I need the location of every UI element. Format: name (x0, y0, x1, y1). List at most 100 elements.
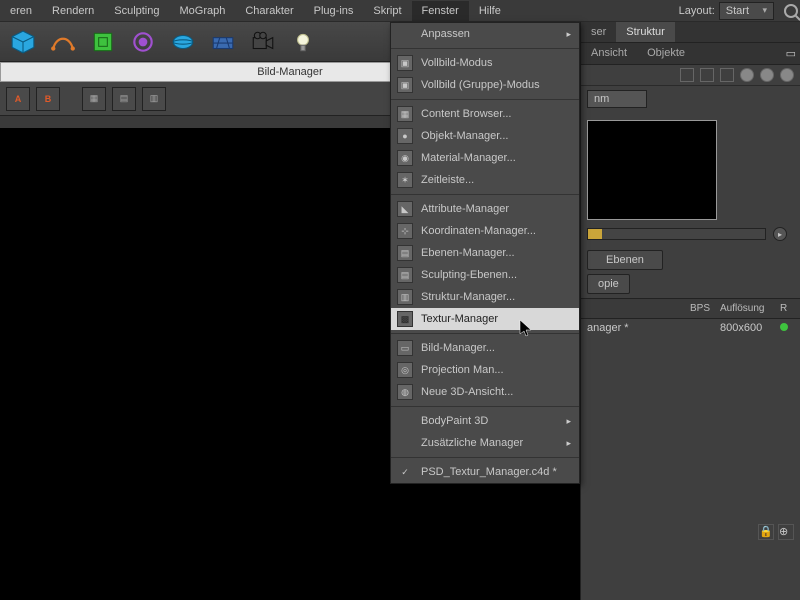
th-bps[interactable]: BPS (690, 303, 720, 314)
menu-struktur-manager-[interactable]: ▥Struktur-Manager... (391, 286, 579, 308)
right-tabs-1: ser Struktur (581, 22, 800, 43)
menu-item-icon: ▩ (397, 311, 413, 327)
menu-item-label: Objekt-Manager... (421, 130, 508, 142)
preview-slider[interactable]: ▸ (587, 228, 766, 240)
panel-tool-1[interactable]: ▦ (82, 87, 106, 111)
menu-psd-textur-manager-c4d-[interactable]: ✓PSD_Textur_Manager.c4d * (391, 461, 579, 483)
menu-vollbild-gruppe-modus[interactable]: ▣ Vollbild (Gruppe)-Modus (391, 74, 579, 96)
menu-item-label: Sculpting-Ebenen... (421, 269, 517, 281)
menu-item-icon: ▤ (397, 245, 413, 261)
tab-objekte[interactable]: Objekte (637, 43, 695, 64)
table-header: BPS Auflösung R (581, 298, 800, 319)
tab-ansicht[interactable]: Ansicht (581, 43, 637, 64)
unit-field[interactable]: nm (587, 90, 647, 108)
menu-item-label: Content Browser... (421, 108, 512, 120)
menu-charakter[interactable]: Charakter (235, 1, 303, 21)
menu-mograph[interactable]: MoGraph (170, 1, 236, 21)
layout-label: Layout: (679, 5, 715, 17)
opt-icon-6[interactable] (780, 68, 794, 82)
menu-item-icon: ✶ (397, 172, 413, 188)
menu-hilfe[interactable]: Hilfe (469, 1, 511, 21)
menu-fenster[interactable]: Fenster (412, 1, 469, 21)
layout-combo[interactable]: Start (719, 2, 774, 20)
menu-item-label: Vollbild-Modus (421, 57, 493, 69)
menu-bild-manager-[interactable]: ▭Bild-Manager... (391, 337, 579, 359)
th-res[interactable]: Auflösung (720, 303, 780, 314)
floor-icon[interactable] (206, 25, 240, 59)
menu-attribute-manager[interactable]: ◣Attribute-Manager (391, 198, 579, 220)
menu-textur-manager[interactable]: ▩ Textur-Manager (391, 308, 579, 330)
btn-opie[interactable]: opie (587, 274, 630, 294)
opt-icon-1[interactable] (680, 68, 694, 82)
menu-item-icon: ⊹ (397, 223, 413, 239)
right-tabs-2: Ansicht Objekte ▭ (581, 43, 800, 65)
cursor-icon (519, 320, 533, 341)
cube-icon[interactable] (6, 25, 40, 59)
menu-item-label: Vollbild (Gruppe)-Modus (421, 79, 540, 91)
menu-item-label: Projection Man... (421, 364, 504, 376)
panel-tool-2[interactable]: ▤ (112, 87, 136, 111)
menu-item-label: Textur-Manager (421, 313, 498, 325)
menu-sculpting-ebenen-[interactable]: ▤ Sculpting-Ebenen... (391, 264, 579, 286)
btn-b[interactable]: B (36, 87, 60, 111)
slider-play-icon[interactable]: ▸ (773, 227, 787, 241)
menu-item-label: BodyPaint 3D (421, 415, 488, 427)
camera-icon[interactable] (246, 25, 280, 59)
corner-icon[interactable]: ▭ (782, 43, 800, 64)
tab-ser[interactable]: ser (581, 22, 616, 42)
menu-sculpting[interactable]: Sculpting (104, 1, 169, 21)
lock-icon[interactable]: 🔒 (758, 524, 774, 540)
light-icon[interactable] (286, 25, 320, 59)
menu-material-manager-[interactable]: ◉ Material-Manager... (391, 147, 579, 169)
menu-item-icon: ▣ (397, 77, 413, 93)
menu-content-browser-[interactable]: ▦Content Browser... (391, 103, 579, 125)
opt-icon-3[interactable] (720, 68, 734, 82)
btn-a[interactable]: A (6, 87, 30, 111)
menu-projection-man-[interactable]: ◎Projection Man... (391, 359, 579, 381)
menu-plugins[interactable]: Plug-ins (304, 1, 364, 21)
menu-item-label: Material-Manager... (421, 152, 516, 164)
menu-render[interactable]: Rendern (42, 1, 104, 21)
menu-skript[interactable]: Skript (363, 1, 411, 21)
preview-box (587, 120, 717, 220)
menu-item-label: Zusätzliche Manager (421, 437, 523, 449)
row-res: 800x600 (720, 322, 780, 334)
menu-item-icon: ▤ (397, 267, 413, 283)
menu-item-icon: ▥ (397, 289, 413, 305)
menu-koordinaten-manager-[interactable]: ⊹ Koordinaten-Manager... (391, 220, 579, 242)
generator-icon[interactable] (86, 25, 120, 59)
icon-row (581, 65, 800, 86)
menu-bodypaint-3d[interactable]: BodyPaint 3D (391, 410, 579, 432)
deformer-icon[interactable] (126, 25, 160, 59)
opt-icon-5[interactable] (760, 68, 774, 82)
menu-objekt-manager-[interactable]: ●Objekt-Manager... (391, 125, 579, 147)
th-r[interactable]: R (780, 303, 794, 314)
menu-item-label: Anpassen (421, 28, 470, 40)
table-row[interactable]: anager * 800x600 (581, 319, 800, 337)
opt-icon-2[interactable] (700, 68, 714, 82)
menu-neue-3d-ansicht-[interactable]: ◍Neue 3D-Ansicht... (391, 381, 579, 403)
expand-icon[interactable]: ⊕ (778, 524, 794, 540)
tab-struktur[interactable]: Struktur (616, 22, 675, 42)
panel-tool-3[interactable]: ▥ (142, 87, 166, 111)
btn-ebenen[interactable]: Ebenen (587, 250, 663, 270)
menu-item-icon: ◍ (397, 384, 413, 400)
menubar: eren Rendern Sculpting MoGraph Charakter… (0, 0, 800, 22)
menu-zus-tzliche-manager[interactable]: Zusätzliche Manager (391, 432, 579, 454)
opt-icon-4[interactable] (740, 68, 754, 82)
menu-vollbild-modus[interactable]: ▣Vollbild-Modus (391, 52, 579, 74)
spline-icon[interactable] (46, 25, 80, 59)
menu-item-label: Koordinaten-Manager... (421, 225, 536, 237)
menu-ebenen-manager-[interactable]: ▤Ebenen-Manager... (391, 242, 579, 264)
menu-item-icon: ◉ (397, 150, 413, 166)
menu-item-icon: ▭ (397, 340, 413, 356)
th-name (587, 303, 690, 314)
search-icon[interactable] (784, 4, 798, 18)
menu-anpassen[interactable]: Anpassen (391, 23, 579, 45)
menu-item-label: PSD_Textur_Manager.c4d * (421, 466, 557, 478)
lock-row: 🔒 ⊕ (758, 524, 794, 540)
environment-icon[interactable] (166, 25, 200, 59)
menu-item[interactable]: eren (0, 1, 42, 21)
menu-zeitleiste-[interactable]: ✶Zeitleiste... (391, 169, 579, 191)
layout-value: Start (726, 5, 749, 17)
